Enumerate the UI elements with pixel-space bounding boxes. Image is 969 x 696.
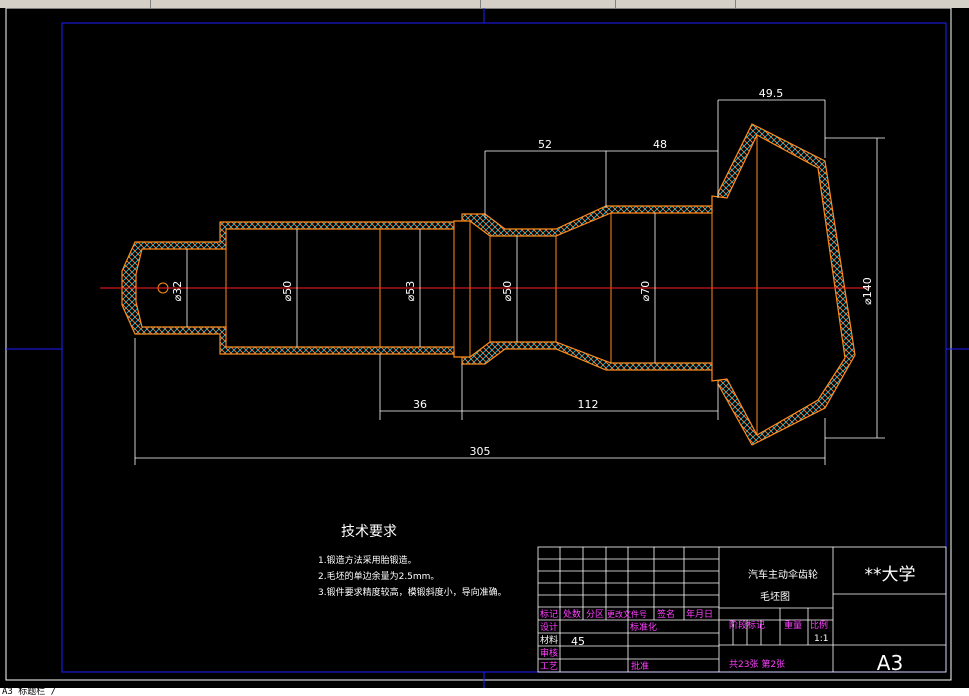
tb-stage-mark: 阶段标记 (729, 619, 765, 631)
dim-36: 36 (413, 398, 427, 411)
tb-design: 设计 (540, 621, 558, 633)
tb-weight: 重量 (784, 619, 802, 631)
dim-d53: ⌀53 (404, 281, 417, 302)
tb-count: 处数 (563, 608, 581, 620)
part-name-line1: 汽车主动伞齿轮 (748, 568, 818, 581)
command-line[interactable]: A3 标题栏 / (0, 688, 969, 696)
toolbar-segment[interactable] (480, 0, 616, 8)
tb-material-label: 材料 (540, 634, 558, 646)
tb-change-doc: 更改文件号 (607, 609, 647, 619)
part-section (121, 123, 856, 446)
dim-d50-neck: ⌀50 (281, 281, 294, 302)
dim-305: 305 (470, 445, 491, 458)
dim-d70: ⌀70 (639, 281, 652, 302)
tb-check: 审核 (540, 647, 558, 659)
tb-process: 工艺 (540, 661, 558, 672)
tb-standardize: 标准化 (630, 621, 657, 633)
notes-item-3: 3.锻件要求精度较高，模锻斜度小，导向准确。 (318, 586, 507, 598)
dim-d32: ⌀32 (171, 281, 184, 302)
notes-title: 技术要求 (341, 524, 397, 540)
drawing-canvas[interactable]: ⌀32 ⌀50 ⌀53 ⌀50 ⌀70 ⌀140 52 48 49.5 36 1… (0, 7, 969, 688)
dim-48: 48 (653, 138, 667, 151)
technical-notes: 技术要求 1.锻造方法采用胎锻造。 2.毛坯的单边余量为2.5mm。 3.锻件要… (318, 524, 507, 598)
tb-date: 年月日 (686, 608, 713, 620)
drawing-svg: ⌀32 ⌀50 ⌀53 ⌀50 ⌀70 ⌀140 52 48 49.5 36 1… (5, 7, 969, 688)
toolbar-segment[interactable] (150, 0, 481, 8)
tb-scale: 比例 (810, 619, 828, 631)
part-name-line2: 毛坯图 (760, 591, 790, 603)
tb-sheets: 共23张 第2张 (729, 658, 785, 670)
tb-material-value: 45 (571, 635, 585, 648)
dim-d50-groove: ⌀50 (501, 281, 514, 302)
toolbar-segment[interactable] (0, 0, 151, 8)
dim-112: 112 (578, 398, 599, 411)
tb-zone: 分区 (586, 609, 604, 620)
org-name: **大学 (865, 565, 916, 585)
tb-approve: 批准 (631, 660, 649, 672)
dim-d140: ⌀140 (861, 277, 874, 305)
tb-scale-value: 1:1 (814, 634, 828, 644)
notes-item-2: 2.毛坯的单边余量为2.5mm。 (318, 570, 439, 582)
tb-sign: 签名 (657, 608, 675, 620)
dim-52: 52 (538, 138, 552, 151)
sheet-size: A3 (877, 651, 903, 675)
notes-item-1: 1.锻造方法采用胎锻造。 (318, 554, 417, 566)
toolbar-segment[interactable] (615, 0, 736, 8)
tb-mark: 标记 (540, 608, 558, 620)
dim-49-5: 49.5 (759, 87, 784, 100)
